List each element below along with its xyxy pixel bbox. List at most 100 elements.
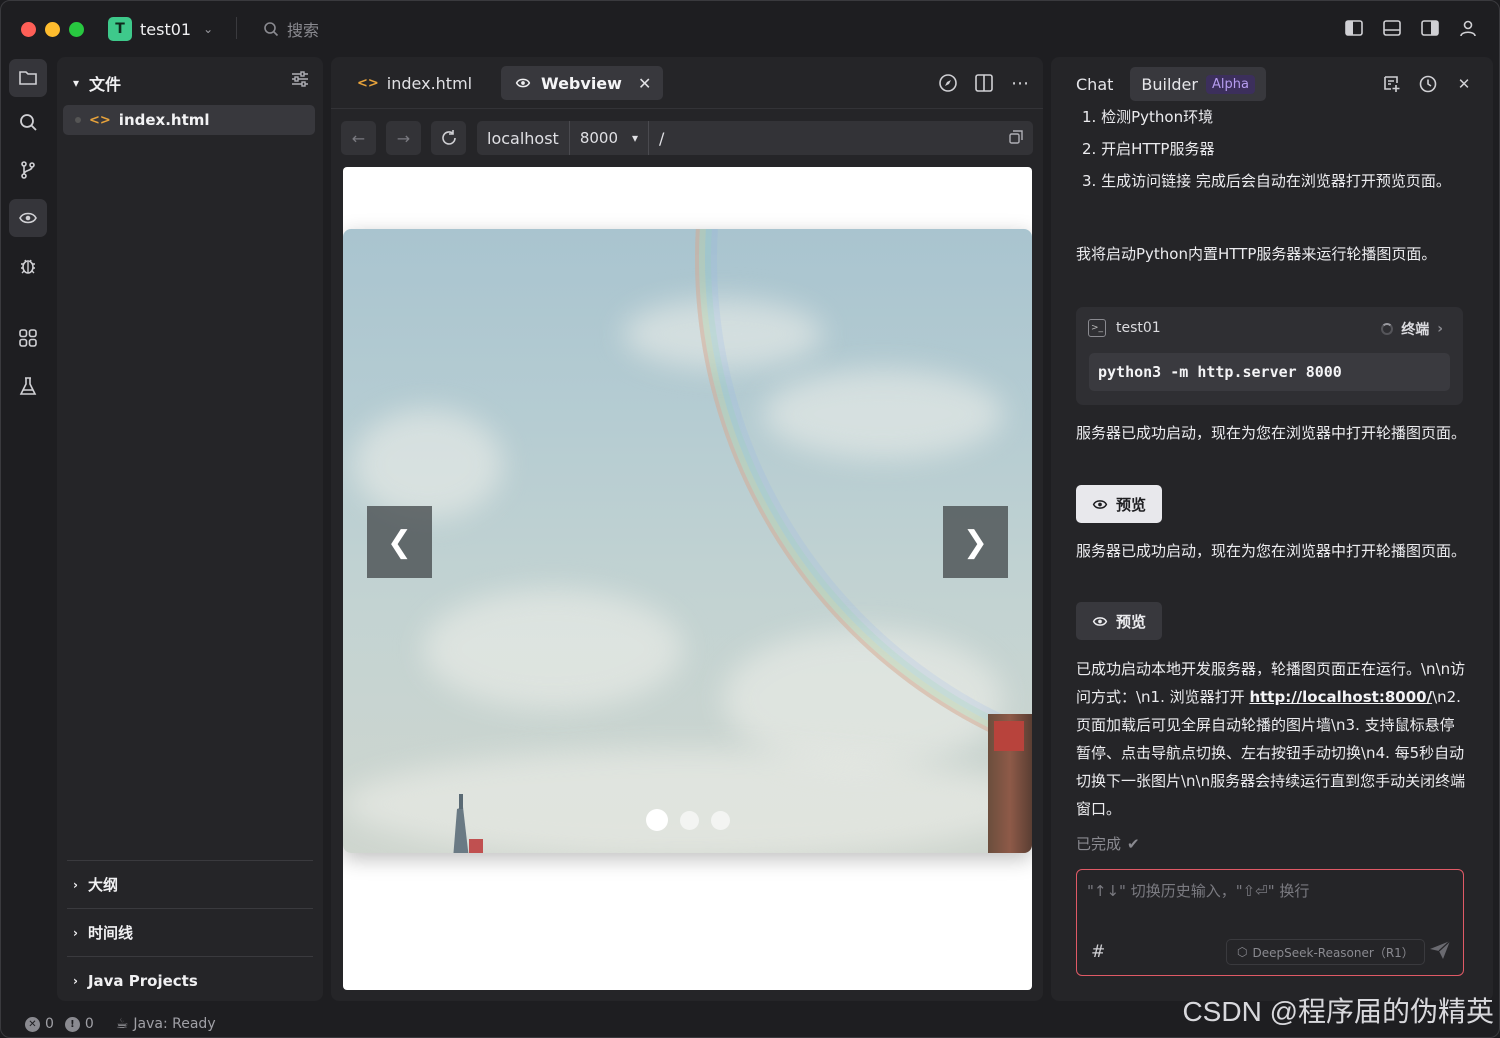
- url-bar[interactable]: localhost 8000 ▾ /: [477, 121, 1033, 155]
- history-icon[interactable]: [1417, 71, 1439, 97]
- activity-debug[interactable]: [9, 247, 47, 285]
- flask-icon: [19, 377, 37, 395]
- search-placeholder: 搜索: [287, 21, 320, 40]
- model-selector[interactable]: ⬡ DeepSeek-Reasoner（R1）: [1226, 939, 1425, 965]
- alpha-badge: Alpha: [1205, 74, 1255, 94]
- explorer-header[interactable]: ▾ 文件: [73, 71, 121, 95]
- preview-button[interactable]: 预览: [1076, 485, 1163, 523]
- toggle-bottom-panel-icon[interactable]: [1381, 15, 1403, 41]
- activity-extensions[interactable]: [9, 319, 47, 357]
- chat-tabs: Chat Builder Alpha: [1065, 67, 1266, 101]
- editor-tabs: <> index.html Webview ✕ ⋯: [331, 57, 1043, 109]
- code-file-icon: <>: [89, 112, 111, 128]
- section-timeline[interactable]: › 时间线: [67, 908, 313, 956]
- chat-intro: 我将启动Python内置HTTP服务器来运行轮播图页面。: [1076, 245, 1437, 263]
- carousel-dot[interactable]: [710, 811, 730, 830]
- eye-link-icon: [1092, 499, 1108, 509]
- eye-link-icon: [515, 78, 531, 88]
- localhost-link[interactable]: http://localhost:8000/: [1249, 688, 1432, 706]
- problems-indicator[interactable]: ✕ 0 ! 0: [25, 1016, 94, 1032]
- tab-label: Chat: [1076, 74, 1114, 94]
- section-java-projects[interactable]: › Java Projects: [67, 956, 313, 1004]
- send-button[interactable]: [1429, 940, 1451, 964]
- split-editor-icon[interactable]: [973, 70, 995, 96]
- context-hash-button[interactable]: #: [1091, 942, 1105, 962]
- toggle-left-panel-icon[interactable]: [1343, 15, 1365, 41]
- preview-button[interactable]: 预览: [1076, 602, 1163, 640]
- terminal-command: python3 -m http.server 8000: [1089, 353, 1450, 391]
- carousel-dots: [343, 809, 1032, 831]
- image-carousel[interactable]: ❮ ❯: [343, 229, 1032, 853]
- project-switcher[interactable]: T test01 ⌄: [108, 17, 213, 41]
- url-path[interactable]: /: [649, 129, 674, 148]
- compass-icon[interactable]: [937, 70, 959, 96]
- chevron-down-icon: ▾: [632, 131, 639, 145]
- new-chat-icon[interactable]: [1381, 71, 1403, 97]
- terminal-label: 终端: [1401, 322, 1430, 338]
- tab-builder[interactable]: Builder Alpha: [1130, 67, 1266, 101]
- file-item-index-html[interactable]: <> index.html: [63, 105, 315, 135]
- modified-dot: [75, 117, 81, 123]
- divider: [236, 17, 237, 39]
- tab-index-html[interactable]: <> index.html: [343, 66, 486, 100]
- search-box[interactable]: 搜索: [263, 17, 319, 41]
- maximize-window-button[interactable]: [69, 22, 84, 37]
- activity-source-control[interactable]: [9, 151, 47, 189]
- minimize-window-button[interactable]: [45, 22, 60, 37]
- open-terminal-link[interactable]: 终端 ›: [1381, 319, 1443, 339]
- activity-webview[interactable]: [9, 199, 47, 237]
- chevron-right-icon: ›: [73, 973, 78, 988]
- spinner-icon: [1381, 323, 1394, 335]
- url-host[interactable]: localhost: [477, 121, 570, 155]
- activity-explorer[interactable]: [9, 59, 47, 97]
- preview-label: 预览: [1116, 495, 1147, 514]
- layout-controls: [1343, 15, 1479, 41]
- tab-webview[interactable]: Webview ✕: [501, 66, 664, 100]
- explorer-title: 文件: [89, 75, 122, 94]
- section-outline[interactable]: › 大纲: [67, 860, 313, 908]
- more-icon[interactable]: ⋯: [1009, 70, 1031, 96]
- carousel-dot[interactable]: [645, 809, 668, 831]
- chevron-right-icon: ›: [73, 925, 78, 940]
- check-icon: ✔: [1127, 834, 1140, 853]
- terminal-header: >_ test01: [1088, 319, 1161, 337]
- cube-icon: ⬡: [1237, 945, 1248, 959]
- tab-chat[interactable]: Chat: [1065, 67, 1124, 101]
- chat-actions: ✕: [1381, 71, 1475, 97]
- port-value: 8000: [579, 129, 619, 147]
- url-port-select[interactable]: 8000 ▾: [570, 121, 650, 155]
- carousel-next-button[interactable]: ❯: [943, 506, 1008, 578]
- close-icon[interactable]: ✕: [1453, 71, 1475, 97]
- close-window-button[interactable]: [21, 22, 36, 37]
- forward-button[interactable]: →: [386, 121, 421, 155]
- error-icon: ✕: [25, 1016, 40, 1032]
- explorer-settings[interactable]: [291, 71, 309, 91]
- editor-area: <> index.html Webview ✕ ⋯ ← → localhost …: [331, 57, 1043, 1001]
- cloud-shape: [423, 589, 683, 709]
- carousel-dot[interactable]: [679, 811, 699, 830]
- chat-input[interactable]: [1087, 880, 1453, 930]
- done-label: 已完成: [1076, 835, 1122, 853]
- java-status-label: Java: Ready: [133, 1016, 216, 1032]
- activity-search[interactable]: [9, 103, 47, 141]
- app-window: T test01 ⌄ 搜索 ▾ 文件 <> index.html › 大纲 › …: [0, 0, 1500, 1038]
- account-icon[interactable]: [1457, 15, 1479, 41]
- step-item: 3. 生成访问链接 完成后会自动在浏览器打开预览页面。: [1082, 172, 1451, 190]
- java-status[interactable]: ☕ Java: Ready: [116, 1016, 216, 1032]
- section-label: 大纲: [87, 876, 118, 894]
- carousel-prev-button[interactable]: ❮: [367, 506, 432, 578]
- reload-button[interactable]: [431, 121, 466, 155]
- toggle-right-panel-icon[interactable]: [1419, 15, 1441, 41]
- project-name: test01: [140, 19, 192, 39]
- warning-count: 0: [84, 1016, 94, 1032]
- tab-label: index.html: [386, 73, 473, 93]
- open-external-icon[interactable]: [1009, 129, 1023, 148]
- warning-icon: !: [64, 1016, 80, 1032]
- eye-link-icon: [1092, 616, 1108, 626]
- back-button[interactable]: ←: [341, 121, 376, 155]
- close-icon[interactable]: ✕: [638, 74, 651, 93]
- activity-testing[interactable]: [9, 367, 47, 405]
- section-label: Java Projects: [87, 971, 198, 990]
- terminal-card: >_ test01 终端 › python3 -m http.server 80…: [1076, 307, 1463, 405]
- coffee-icon: ☕: [115, 1016, 129, 1032]
